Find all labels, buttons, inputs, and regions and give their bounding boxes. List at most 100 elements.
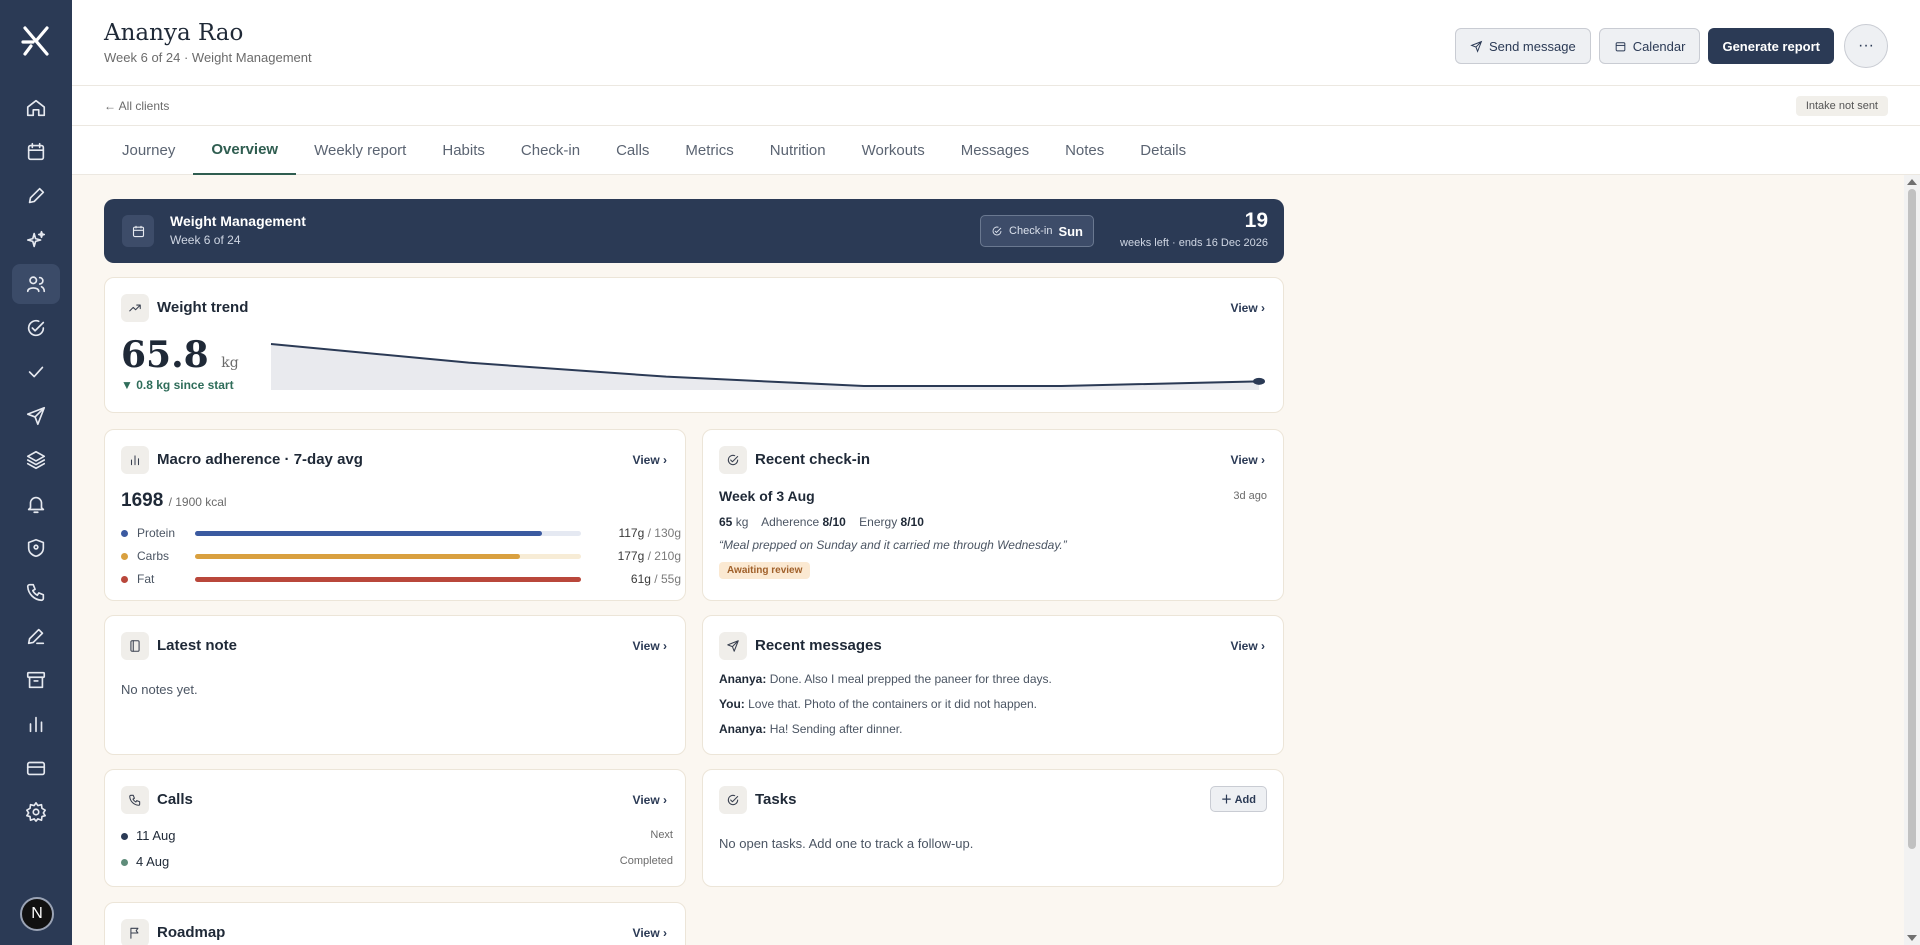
tab-calls[interactable]: Calls	[598, 126, 667, 175]
weight-change: ▼ 0.8 kg since start	[121, 378, 234, 392]
calendar-button[interactable]: Calendar	[1598, 28, 1701, 64]
checkin-view-link[interactable]: View ›	[1231, 453, 1265, 467]
sidebar-item-security[interactable]	[12, 528, 60, 568]
scroll-up-arrow[interactable]	[1907, 179, 1917, 185]
sidebar-item-clients[interactable]	[12, 264, 60, 304]
header-actions: Send message Calendar Generate report ··…	[1454, 24, 1888, 68]
pencil-icon	[28, 187, 45, 204]
calendar-icon	[1615, 41, 1626, 51]
tab-messages[interactable]: Messages	[943, 126, 1047, 175]
macro-dot	[121, 530, 128, 537]
macro-value: 61g / 55g	[631, 572, 681, 586]
send-message-button[interactable]: Send message	[1454, 28, 1591, 64]
checkin-label: Check-in	[1009, 225, 1053, 237]
message-text: Ha! Sending after dinner.	[769, 722, 903, 736]
macro-row-fat: Fat 61g / 55g	[121, 572, 681, 588]
trending-icon	[121, 294, 149, 322]
sidebar-item-settings[interactable]	[12, 792, 60, 832]
program-title: Weight Management	[170, 213, 306, 229]
checkin-day-button[interactable]: Check-in Sun	[980, 215, 1094, 247]
send-icon	[719, 632, 747, 660]
macro-name: Protein	[137, 526, 176, 540]
latest-note-title: Latest note	[157, 637, 238, 654]
tab-workouts[interactable]: Workouts	[844, 126, 943, 175]
phone-icon	[26, 583, 45, 602]
tab-journey[interactable]: Journey	[104, 126, 193, 175]
energy-value: 8/10	[900, 515, 924, 529]
macro-value: 117g / 130g	[618, 526, 681, 540]
recent-checkin-card: Recent check-in View › Week of 3 Aug 3d …	[702, 429, 1284, 601]
macro-progress-fill	[195, 554, 521, 559]
sidebar-item-home[interactable]	[12, 88, 60, 128]
add-task-button[interactable]: ＋ Add	[1209, 786, 1267, 812]
tab-check-in[interactable]: Check-in	[503, 126, 598, 175]
tab-nutrition[interactable]: Nutrition	[752, 126, 844, 175]
macro-target: / 55g	[654, 572, 681, 586]
sidebar-item-billing[interactable]	[12, 748, 60, 788]
check-circle-icon	[719, 786, 747, 814]
calls-title: Calls	[157, 791, 193, 808]
sidebar-item-notes[interactable]	[12, 616, 60, 656]
sidebar-item-messages[interactable]	[12, 396, 60, 436]
check-icon	[28, 366, 44, 378]
check-circle-icon	[719, 446, 747, 474]
calls-view-link[interactable]: View ›	[633, 793, 667, 807]
sidebar-item-notifications[interactable]	[12, 484, 60, 524]
adherence-value: 8/10	[822, 515, 846, 529]
roadmap-view-link[interactable]: View ›	[633, 926, 667, 940]
message-item[interactable]: Ananya: Done. Also I meal prepped the pa…	[719, 672, 1052, 686]
sidebar-item-tasks[interactable]	[12, 352, 60, 392]
scroll-thumb[interactable]	[1908, 189, 1916, 849]
tab-metrics[interactable]: Metrics	[667, 126, 751, 175]
weight-trend-view-link[interactable]: View ›	[1231, 301, 1265, 315]
shield-icon	[27, 538, 45, 558]
all-clients-link[interactable]: ← All clients	[104, 99, 169, 113]
macro-adherence-title: Macro adherence · 7-day avg	[157, 451, 363, 468]
macro-target: / 210g	[647, 549, 681, 563]
sidebar-item-programs[interactable]	[12, 440, 60, 480]
tab-overview[interactable]: Overview	[193, 126, 297, 175]
weeks-left-count: 19	[1244, 209, 1268, 232]
scroll-down-arrow[interactable]	[1907, 935, 1917, 941]
macro-row-carbs: Carbs 177g / 210g	[121, 549, 681, 565]
macro-name: Carbs	[137, 549, 170, 563]
tab-notes[interactable]: Notes	[1047, 126, 1122, 175]
app-logo[interactable]	[0, 0, 72, 82]
archive-icon	[26, 671, 46, 689]
user-avatar[interactable]: N	[20, 897, 54, 931]
more-options-button[interactable]: ···	[1844, 24, 1888, 68]
program-week: Week 6 of 24	[170, 233, 241, 247]
recent-checkin-title: Recent check-in	[755, 451, 871, 468]
bar-chart-icon	[29, 716, 43, 733]
sidebar-item-write[interactable]	[12, 176, 60, 216]
message-item[interactable]: Ananya: Ha! Sending after dinner.	[719, 722, 902, 736]
tab-weekly-report[interactable]: Weekly report	[296, 126, 424, 175]
calendar-label: Calendar	[1632, 38, 1686, 54]
checkin-weight-unit: kg	[735, 515, 749, 529]
sidebar-item-analytics[interactable]	[12, 704, 60, 744]
macro-progress-fill	[195, 531, 543, 536]
sidebar-item-calls[interactable]	[12, 572, 60, 612]
notes-empty-state: No notes yet.	[121, 682, 198, 697]
message-item[interactable]: You: Love that. Photo of the containers …	[719, 697, 1037, 711]
sidebar-item-ai[interactable]	[12, 220, 60, 260]
weeks-left-label: weeks left · ends 16 Dec 2026	[1120, 237, 1268, 249]
page-title: Ananya Rao	[104, 20, 244, 46]
notes-view-link[interactable]: View ›	[633, 639, 667, 653]
sidebar-item-checkins[interactable]	[12, 308, 60, 348]
send-icon	[26, 406, 46, 426]
call-date: 4 Aug	[136, 854, 170, 869]
macro-name: Fat	[137, 572, 155, 586]
sparkle-icon	[26, 230, 46, 248]
sidebar-item-archive[interactable]	[12, 660, 60, 700]
macro-view-link[interactable]: View ›	[633, 453, 667, 467]
tab-habits[interactable]: Habits	[424, 126, 503, 175]
checkin-day: Sun	[1058, 223, 1083, 239]
weight-trend-card: Weight trend View › 65.8 kg ▼ 0.8 kg sin…	[104, 277, 1284, 413]
users-icon	[26, 276, 46, 293]
tab-details[interactable]: Details	[1122, 126, 1204, 175]
sidebar-item-calendar[interactable]	[12, 132, 60, 172]
generate-report-button[interactable]: Generate report	[1708, 28, 1834, 64]
messages-view-link[interactable]: View ›	[1231, 639, 1265, 653]
page-scrollbar[interactable]	[1904, 175, 1920, 945]
